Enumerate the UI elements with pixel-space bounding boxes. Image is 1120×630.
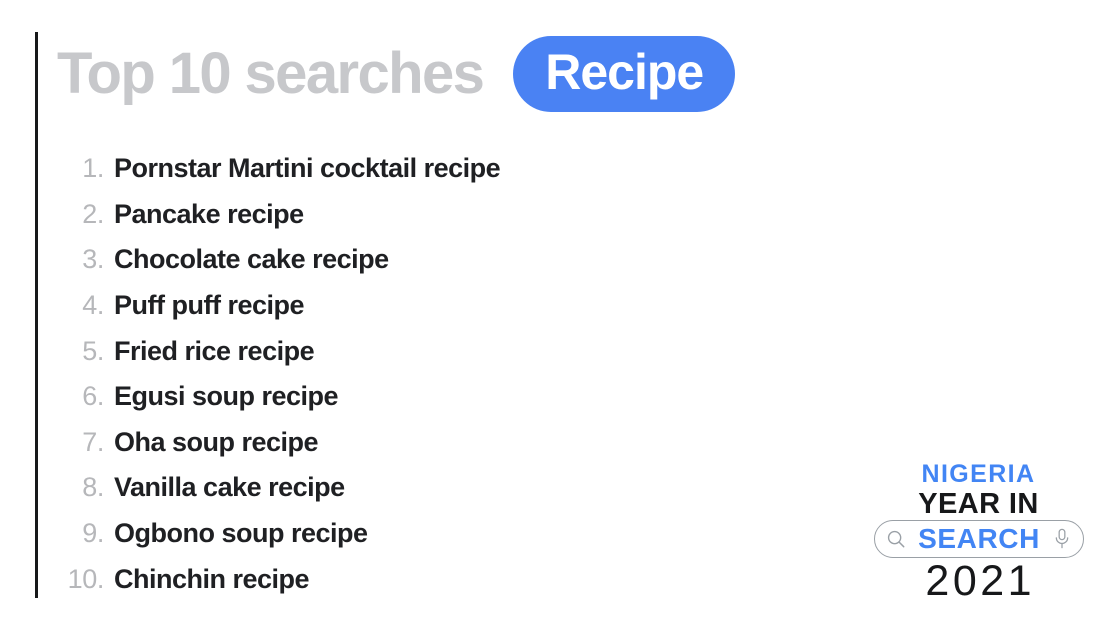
search-icon [884,526,908,552]
list-item[interactable]: 10. Chinchin recipe [52,556,812,602]
list-item-rank: 4. [82,290,104,321]
logo-country-label: NIGERIA [921,460,1036,488]
list-item-label: Pancake recipe [114,198,304,229]
page-title: Top 10 searches [57,41,485,106]
list-item-label: Chinchin recipe [114,563,310,594]
list-item[interactable]: 7. Oha soup recipe [52,420,812,466]
list-item-label: Vanilla cake recipe [114,472,345,503]
list-item[interactable]: 5. Fried rice recipe [52,328,812,374]
category-pill-label: Recipe [545,44,704,100]
list-item-rank: 3. [82,244,104,275]
top-searches-list: 1. Pornstar Martini cocktail recipe 2. Panc… [52,146,812,602]
list-item-rank: 9. [82,518,104,549]
list-item-rank: 2. [82,198,104,229]
list-item[interactable]: 6. Egusi soup recipe [52,374,812,420]
list-item[interactable]: 3. Chocolate cake recipe [52,237,812,283]
logo-search-label: SEARCH [918,523,1040,554]
logo-search-pill: SEARCH [874,520,1084,558]
year-in-search-card: Top 10 searches Recipe 1. Pornstar Martin… [0,0,1120,630]
list-item-rank: 1. [82,153,104,184]
list-item-rank: 6. [82,381,104,412]
list-item-label: Oha soup recipe [114,426,319,457]
category-pill[interactable]: Recipe [513,36,736,112]
heading-row: Top 10 searches Recipe [57,31,736,117]
list-item-rank: 5. [82,335,104,366]
list-item-rank: 8. [82,472,104,503]
microphone-icon [1050,526,1074,552]
list-item[interactable]: 2. Pancake recipe [52,192,812,238]
list-item-label: Ogbono soup recipe [114,518,368,549]
list-item-label: Chocolate cake recipe [114,244,389,275]
list-item[interactable]: 8. Vanilla cake recipe [52,465,812,511]
list-item-label: Puff puff recipe [114,290,305,321]
left-accent-rule [35,32,38,598]
year-in-search-logo: NIGERIA YEAR IN SEARCH 2021 [866,460,1091,603]
logo-year-label: 2021 [925,557,1036,605]
logo-year-in-label: YEAR IN [918,488,1039,520]
list-item-label: Pornstar Martini cocktail recipe [114,153,501,184]
list-item-rank: 10. [67,563,105,594]
list-item-label: Fried rice recipe [114,335,315,366]
list-item-rank: 7. [82,426,104,457]
list-item[interactable]: 9. Ogbono soup recipe [52,511,812,557]
list-item[interactable]: 1. Pornstar Martini cocktail recipe [52,146,812,192]
list-item[interactable]: 4. Puff puff recipe [52,283,812,329]
list-item-label: Egusi soup recipe [114,381,339,412]
